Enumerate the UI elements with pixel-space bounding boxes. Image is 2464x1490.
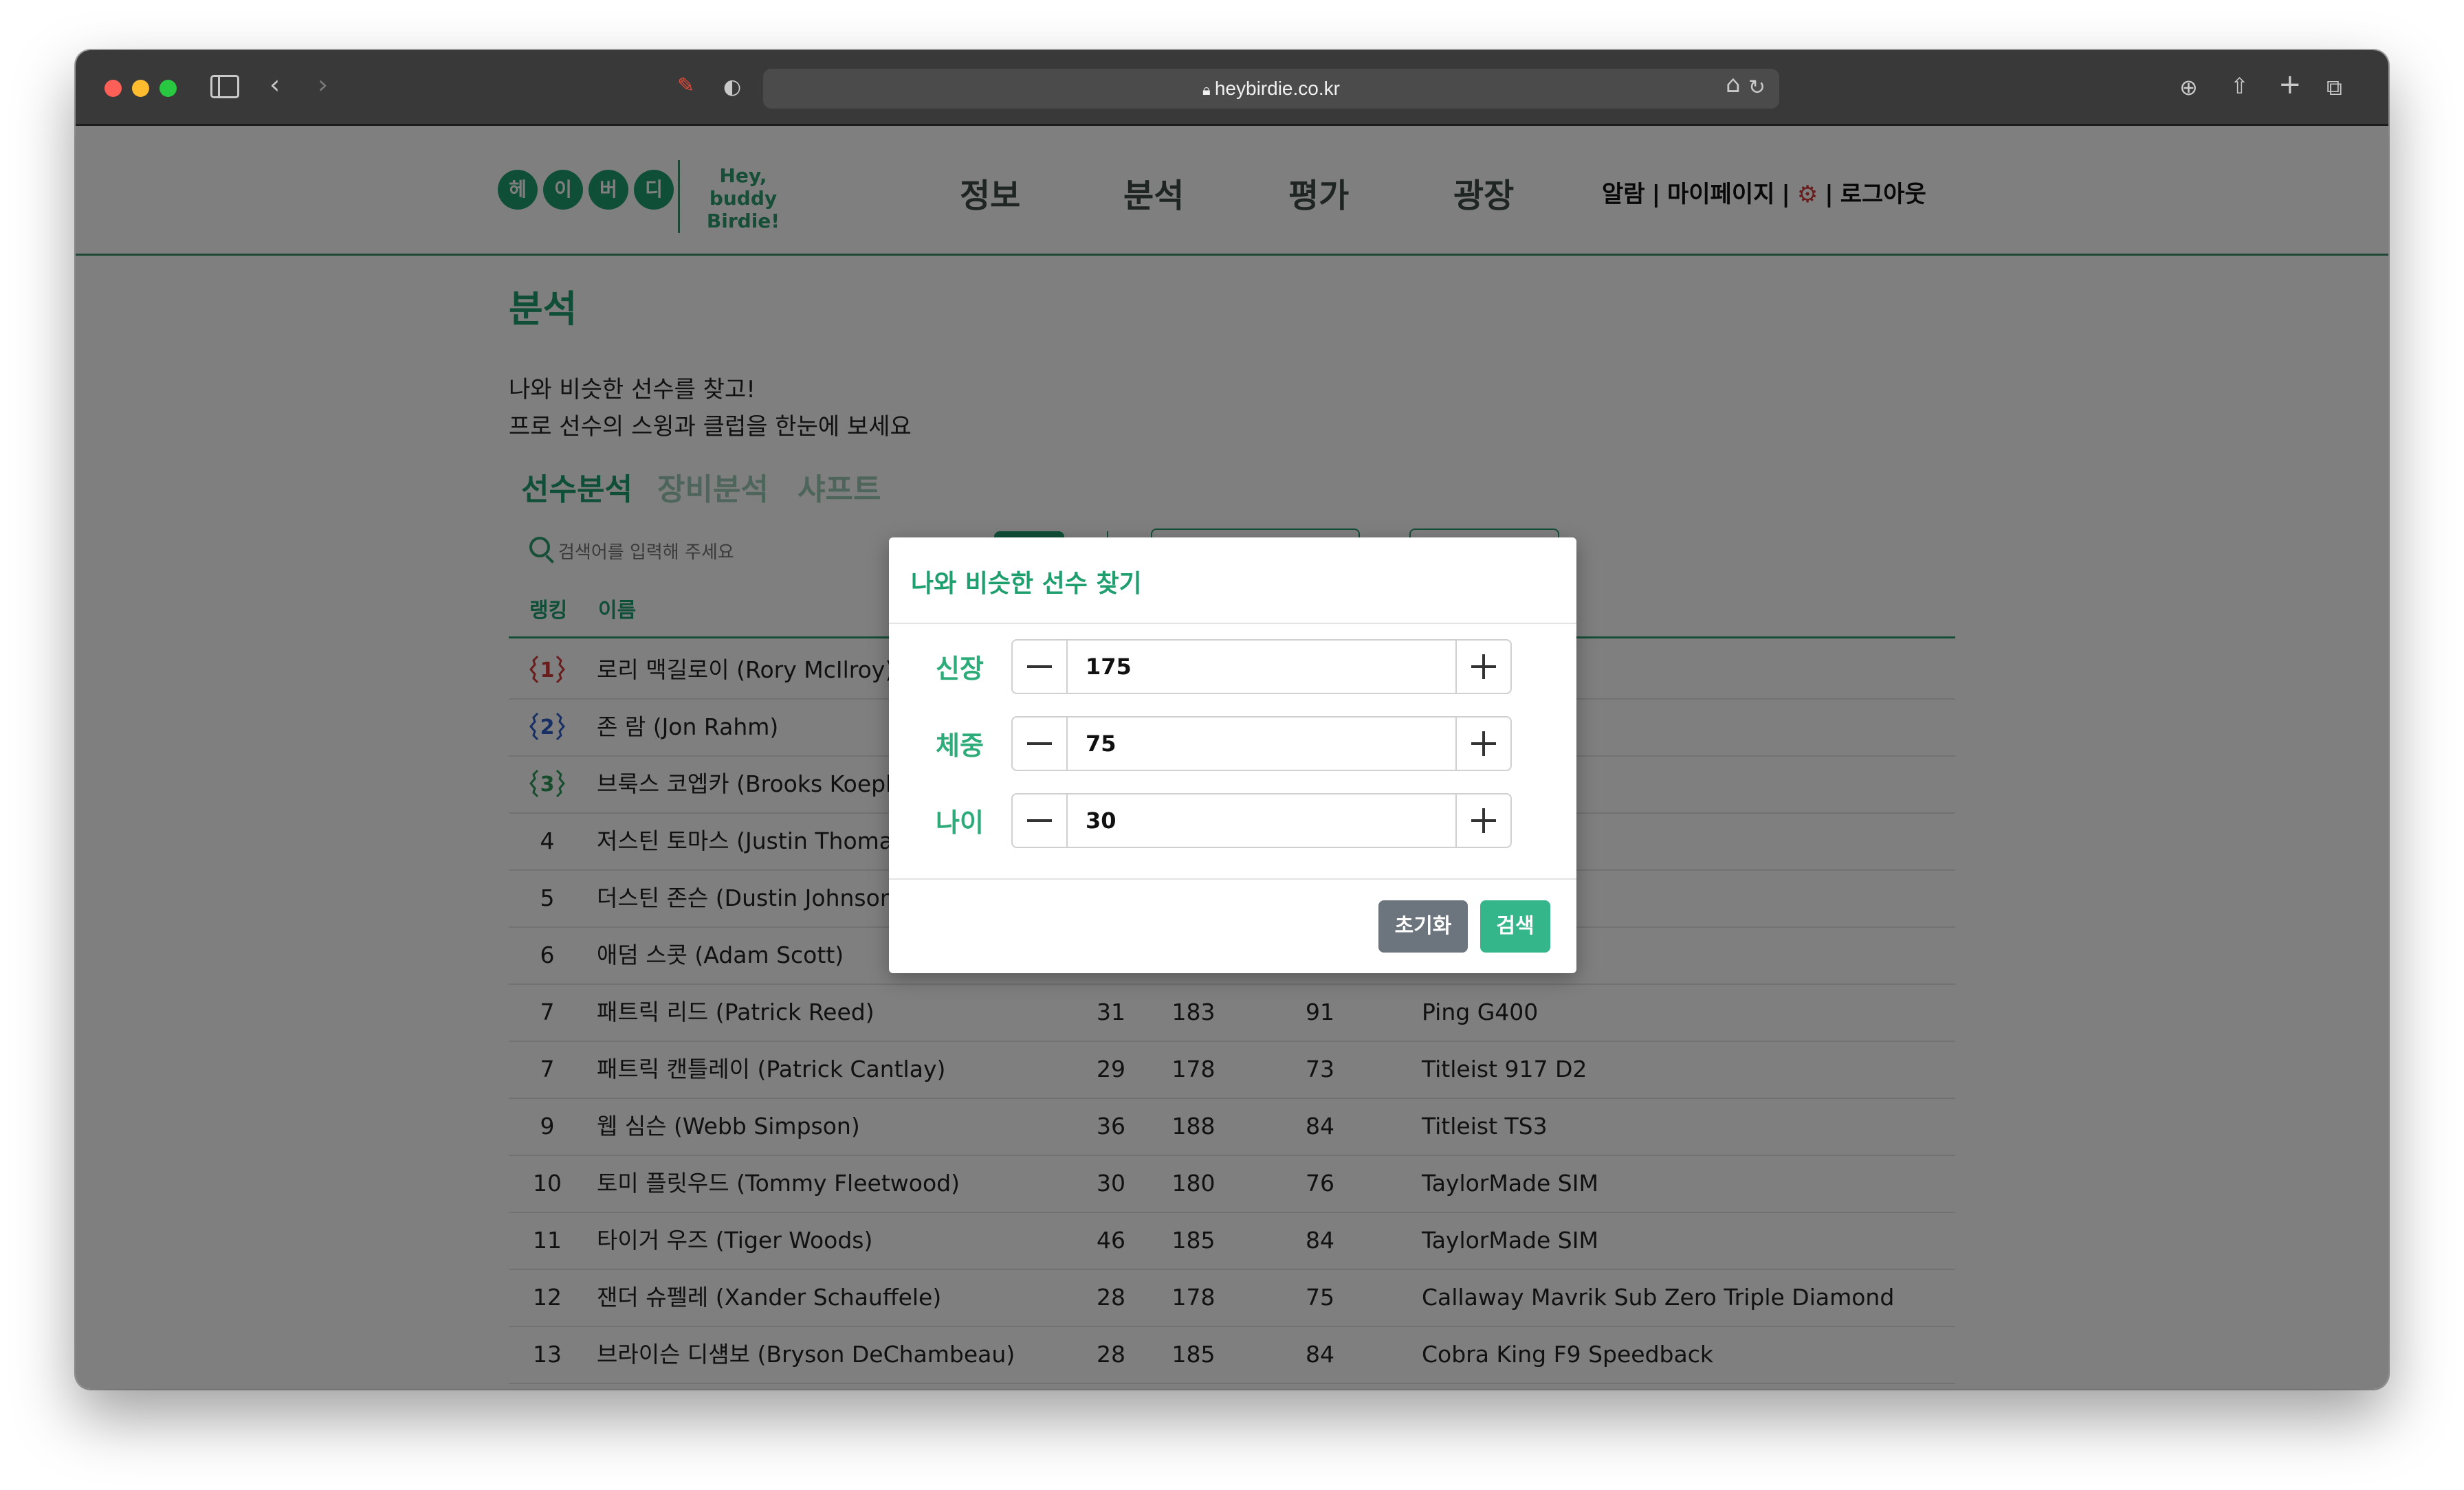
- age-stepper: 30: [1011, 793, 1512, 848]
- weight-label: 체중: [936, 731, 984, 761]
- new-tab-icon[interactable]: +: [2278, 71, 2302, 98]
- age-value[interactable]: 30: [1086, 794, 1116, 847]
- minus-icon: [1027, 665, 1052, 668]
- maximize-window-button[interactable]: [160, 80, 177, 97]
- modal-header-divider: [889, 623, 1576, 624]
- minus-icon: [1027, 742, 1052, 745]
- height-decrement-button[interactable]: [1013, 641, 1068, 693]
- minus-icon: [1027, 819, 1052, 822]
- height-increment-button[interactable]: [1455, 641, 1510, 693]
- close-window-button[interactable]: [104, 80, 122, 97]
- weight-value[interactable]: 75: [1086, 718, 1116, 770]
- address-bar[interactable]: 🔒︎ heybirdie.co.kr ↻: [763, 69, 1779, 109]
- download-icon[interactable]: ⊕: [2179, 74, 2198, 101]
- forward-icon[interactable]: ›: [318, 71, 328, 98]
- url-text: heybirdie.co.kr: [1214, 78, 1340, 99]
- height-label: 신장: [936, 654, 984, 684]
- modal-search-button[interactable]: 검색: [1480, 900, 1550, 953]
- height-value[interactable]: 175: [1086, 641, 1132, 693]
- reload-icon[interactable]: ↻: [1748, 76, 1766, 100]
- browser-toolbar: ‹ › ✎ ◐ 🔒︎ heybirdie.co.kr ↻ ⌂ ⊕ ⇧ + ⧉: [76, 50, 2388, 126]
- similar-player-modal: 나와 비슷한 선수 찾기 신장 175 체중 75 나이 30 초기화 검색: [889, 537, 1576, 973]
- weight-stepper: 75: [1011, 716, 1512, 771]
- shield-icon[interactable]: ◐: [723, 74, 741, 101]
- share-icon[interactable]: ⇧: [2230, 72, 2249, 100]
- height-stepper: 175: [1011, 639, 1512, 694]
- back-icon[interactable]: ‹: [270, 71, 280, 98]
- lock-icon: 🔒︎: [1202, 81, 1215, 98]
- age-decrement-button[interactable]: [1013, 794, 1068, 847]
- minimize-window-button[interactable]: [132, 80, 149, 97]
- extension-icon[interactable]: ✎: [677, 72, 694, 100]
- sidebar-icon[interactable]: [210, 75, 239, 98]
- age-label: 나이: [936, 808, 984, 838]
- home-icon[interactable]: ⌂: [1726, 71, 1741, 98]
- browser-window: ‹ › ✎ ◐ 🔒︎ heybirdie.co.kr ↻ ⌂ ⊕ ⇧ + ⧉ 헤…: [76, 50, 2388, 1389]
- age-increment-button[interactable]: [1455, 794, 1510, 847]
- tab-overview-icon[interactable]: ⧉: [2326, 74, 2342, 101]
- weight-increment-button[interactable]: [1455, 718, 1510, 770]
- reset-button[interactable]: 초기화: [1378, 900, 1468, 953]
- modal-footer-divider: [889, 878, 1576, 880]
- weight-decrement-button[interactable]: [1013, 718, 1068, 770]
- modal-title: 나와 비슷한 선수 찾기: [911, 570, 1142, 598]
